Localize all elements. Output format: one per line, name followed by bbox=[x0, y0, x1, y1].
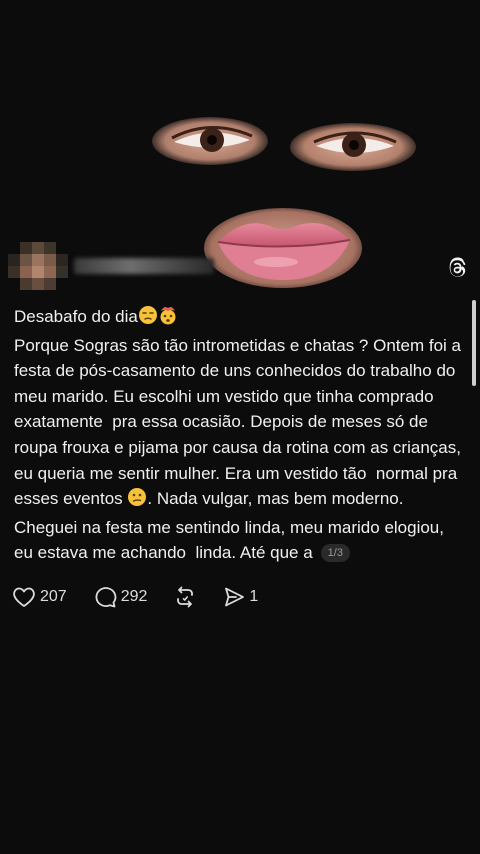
reply-button[interactable]: 292 bbox=[93, 586, 148, 608]
post-body: Desabafo do dia Porque Sogras são tão int… bbox=[14, 304, 466, 566]
right-eye-image bbox=[290, 123, 416, 171]
username-blurred[interactable] bbox=[74, 258, 214, 274]
scrollbar[interactable] bbox=[472, 300, 476, 386]
share-button[interactable]: 1 bbox=[223, 586, 258, 608]
like-button[interactable]: 207 bbox=[12, 586, 67, 608]
post-title: Desabafo do dia bbox=[14, 307, 138, 326]
threads-logo-icon[interactable] bbox=[446, 257, 468, 279]
exploding-head-emoji bbox=[158, 305, 178, 333]
avatar-pixelated-image bbox=[8, 238, 68, 294]
post-title-line: Desabafo do dia bbox=[14, 304, 466, 333]
post-body-text-1: Porque Sogras são tão intrometidas e cha… bbox=[14, 335, 466, 509]
page-indicator: 1/3 bbox=[320, 544, 350, 563]
heart-icon bbox=[13, 587, 35, 607]
lips-image bbox=[204, 208, 362, 288]
unamused-face-emoji bbox=[138, 305, 158, 333]
avatar[interactable] bbox=[8, 238, 68, 294]
repost-button[interactable] bbox=[173, 586, 197, 608]
like-count: 207 bbox=[40, 588, 67, 605]
post-actions: 207 292 1 bbox=[12, 584, 284, 610]
send-icon bbox=[225, 587, 245, 607]
left-eye-image bbox=[152, 117, 268, 165]
repost-icon bbox=[177, 586, 194, 608]
reply-count: 292 bbox=[120, 588, 148, 605]
share-count: 1 bbox=[249, 588, 259, 605]
confused-face-emoji bbox=[127, 487, 147, 515]
overlay-face-image bbox=[0, 0, 480, 300]
comment-bubble-icon bbox=[95, 587, 116, 608]
